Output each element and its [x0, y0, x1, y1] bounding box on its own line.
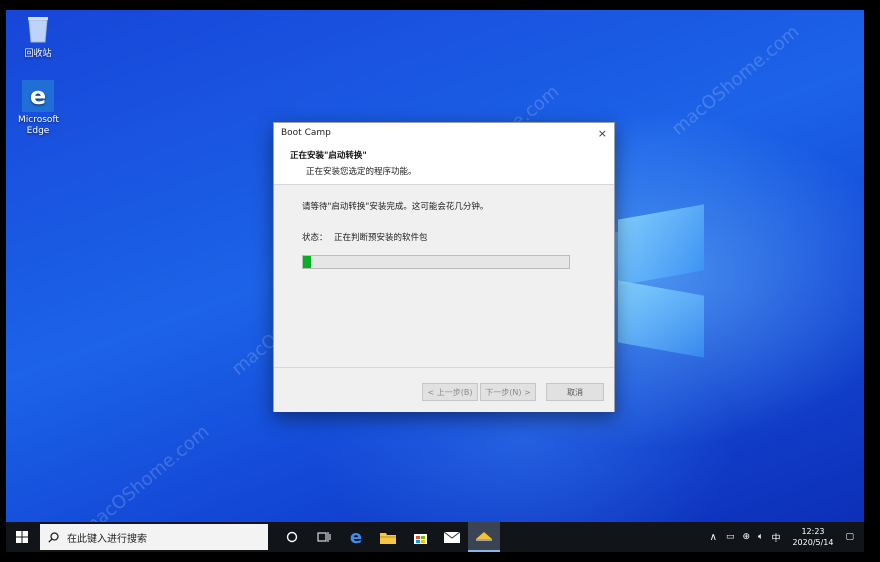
dialog-title: Boot Camp — [281, 128, 331, 138]
wallpaper-logo-pane — [618, 204, 704, 286]
start-button[interactable] — [6, 522, 38, 552]
instruction-text: 请等待"启动转换"安装完成。这可能会花几分钟。 — [302, 202, 489, 212]
desktop-icon-label: 回收站 — [24, 49, 52, 59]
cancel-button[interactable]: 取消 — [546, 383, 604, 401]
taskbar-bootcamp[interactable] — [468, 522, 500, 552]
task-view-icon — [317, 532, 331, 542]
taskbar-search-box[interactable]: 在此键入进行搜索 — [40, 524, 268, 550]
ime-indicator[interactable]: 中 — [771, 531, 780, 544]
watermark: macOShome.com — [77, 421, 214, 522]
screen: macOShome.com macOShome.com macOShome.co… — [0, 0, 880, 562]
recycle-bin-icon — [21, 12, 55, 46]
close-icon[interactable]: × — [598, 127, 607, 140]
progress-bar — [302, 255, 570, 269]
taskbar-edge[interactable]: e — [340, 522, 372, 552]
bootcamp-installer-dialog: Boot Camp × 正在安装"启动转换" 正在安装您选定的程序功能。 请等待… — [273, 122, 615, 412]
header-subtitle: 正在安装您选定的程序功能。 — [306, 167, 417, 177]
edge-icon: e — [22, 80, 54, 112]
header-title: 正在安装"启动转换" — [290, 151, 367, 161]
dialog-header: 正在安装"启动转换" 正在安装您选定的程序功能。 — [274, 143, 614, 185]
file-explorer-icon — [380, 532, 396, 544]
watermark: macOShome.com — [667, 21, 804, 140]
desktop-icon-recycle-bin[interactable]: 回收站 — [10, 12, 66, 60]
chevron-up-icon[interactable]: ∧ — [710, 532, 717, 543]
dialog-titlebar[interactable]: Boot Camp × — [274, 123, 614, 143]
wallpaper-logo-pane — [618, 280, 704, 358]
edge-icon: e — [349, 526, 363, 548]
status-value: 正在判断预安装的软件包 — [334, 233, 428, 243]
cortana-icon — [286, 531, 298, 543]
bootcamp-icon — [476, 532, 492, 541]
clock-time: 12:23 — [801, 527, 825, 536]
search-icon — [48, 531, 59, 543]
mail-icon — [444, 531, 460, 543]
store-icon — [413, 533, 427, 544]
cortana-button[interactable] — [276, 522, 308, 552]
clock-date: 2020/5/14 — [792, 538, 834, 547]
battery-icon[interactable]: ▭ — [726, 532, 735, 542]
task-view-button[interactable] — [308, 522, 340, 552]
taskbar-mail[interactable] — [436, 522, 468, 552]
taskbar-file-explorer[interactable] — [372, 522, 404, 552]
taskbar: 在此键入进行搜索 e ∧ ▭ ⊕ 🔈︎ 中 12:23 2020/5/14 ▢ — [6, 522, 864, 552]
volume-icon[interactable]: 🔈︎ — [758, 532, 763, 542]
progress-fill — [303, 256, 311, 268]
status-label: 状态： — [302, 233, 328, 243]
next-button[interactable]: 下一步(N) > — [480, 383, 536, 401]
back-button[interactable]: < 上一步(B) — [422, 383, 478, 401]
network-globe-icon[interactable]: ⊕ — [742, 532, 750, 542]
system-tray: ∧ ▭ ⊕ 🔈︎ 中 12:23 2020/5/14 ▢ — [705, 522, 864, 552]
desktop-icon-edge[interactable]: e Microsoft Edge — [10, 80, 66, 137]
clock[interactable]: 12:23 2020/5/14 — [792, 526, 833, 548]
search-placeholder: 在此键入进行搜索 — [67, 533, 147, 545]
desktop-icon-label: Microsoft Edge — [18, 115, 59, 136]
windows-start-icon — [16, 531, 28, 543]
taskbar-store[interactable] — [404, 522, 436, 552]
dialog-footer: < 上一步(B) 下一步(N) > 取消 — [274, 367, 614, 412]
notification-icon[interactable]: ▢ — [845, 532, 854, 542]
